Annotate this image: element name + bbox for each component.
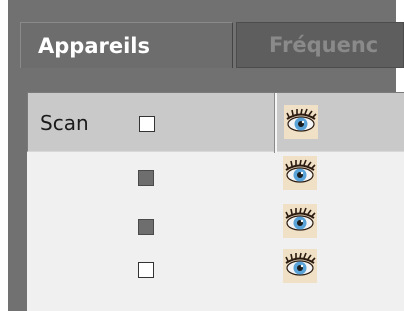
scan-header-row: Scan [27, 92, 404, 153]
tab-appareils[interactable]: Appareils [20, 22, 233, 68]
eye-icon[interactable] [283, 249, 317, 283]
scan-label: Scan [40, 111, 89, 135]
device-row [27, 152, 404, 190]
device-checkbox[interactable] [138, 262, 154, 278]
column-divider[interactable] [274, 93, 277, 153]
scan-all-checkbox[interactable] [139, 116, 155, 132]
device-row [27, 249, 404, 288]
eye-icon[interactable] [283, 204, 317, 238]
device-row [27, 202, 404, 238]
device-checkbox [138, 219, 154, 235]
tab-frequences[interactable]: Fréquenc [236, 22, 404, 68]
eye-icon[interactable] [283, 156, 317, 190]
device-checkbox [138, 170, 154, 186]
eye-icon[interactable] [284, 105, 318, 139]
devices-panel: Scan [27, 92, 404, 311]
